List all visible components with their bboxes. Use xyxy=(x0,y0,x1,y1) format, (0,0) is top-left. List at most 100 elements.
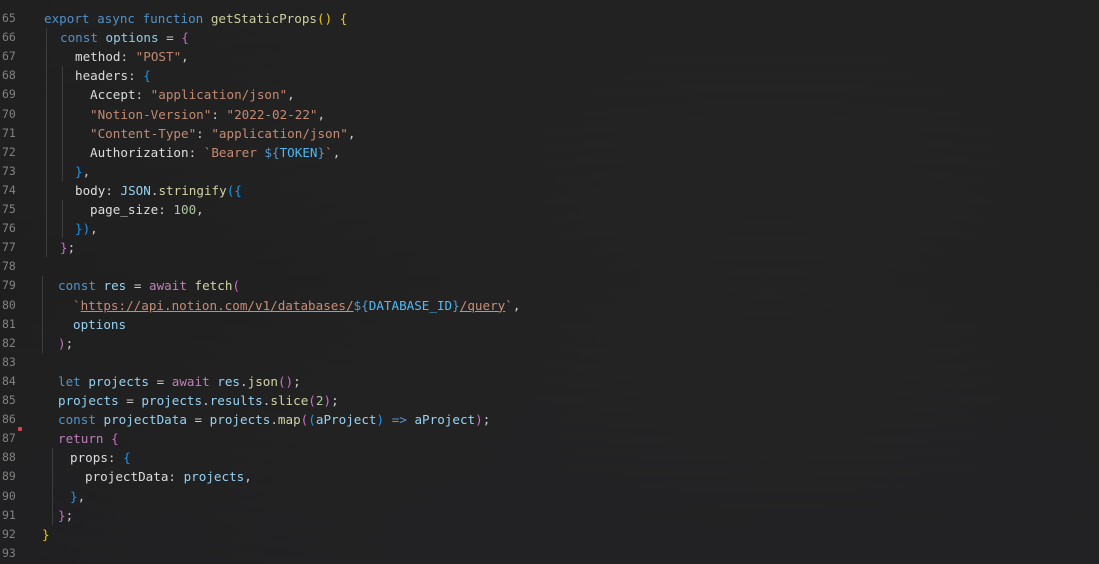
code-token: ) xyxy=(475,412,483,428)
indent-guide xyxy=(42,276,43,353)
indent-guide xyxy=(52,448,53,525)
code-line[interactable]: 85 projects = projects.results.slice(2); xyxy=(0,391,1099,410)
line-number: 84 xyxy=(2,373,16,388)
code-line[interactable]: 82); xyxy=(0,334,1099,353)
code-line[interactable]: 86 const projectData = projects.map((aPro… xyxy=(0,410,1099,429)
code-line[interactable]: 73}, xyxy=(0,162,1099,181)
code-line[interactable]: 76}), xyxy=(0,219,1099,238)
code-editor[interactable]: 65 export async function getStaticProps()… xyxy=(0,0,1099,564)
code-token: results xyxy=(209,393,263,408)
code-line[interactable]: 65 export async function getStaticProps()… xyxy=(0,9,1099,28)
code-token: body xyxy=(75,182,106,198)
code-token: } xyxy=(42,526,50,542)
code-token: async xyxy=(97,11,143,26)
code-line[interactable]: 91}; xyxy=(0,506,1099,525)
code-line[interactable]: 72 Authorization: `Bearer ${TOKEN}`, xyxy=(0,143,1099,162)
code-token: JSON xyxy=(120,182,151,198)
code-token: await xyxy=(171,373,218,389)
line-number: 77 xyxy=(2,240,16,255)
line-number: 88 xyxy=(2,450,16,465)
code-text: }, xyxy=(70,487,85,506)
code-token: "Notion-Version" xyxy=(90,106,212,122)
code-line[interactable]: 92} xyxy=(0,525,1099,544)
code-token: json xyxy=(247,373,278,389)
code-token: projects xyxy=(88,373,150,389)
code-line[interactable]: 66 const options = { xyxy=(0,28,1099,47)
code-token: , xyxy=(244,469,252,485)
line-number: 71 xyxy=(2,125,16,140)
code-token: projects xyxy=(183,469,245,485)
code-line[interactable]: 81 options xyxy=(0,315,1099,334)
code-text: const res = await fetch( xyxy=(58,276,240,295)
code-token: () { xyxy=(316,11,348,26)
line-number: 92 xyxy=(2,526,16,541)
code-line[interactable]: 90}, xyxy=(0,487,1099,506)
code-token: , xyxy=(317,106,326,122)
code-line[interactable]: 74 body: JSON.stringify({ xyxy=(0,181,1099,200)
code-token: "Content-Type" xyxy=(90,125,197,141)
code-token: } xyxy=(317,144,326,160)
code-token: = xyxy=(118,393,142,408)
code-line[interactable]: 77}; xyxy=(0,238,1099,257)
code-token: Accept xyxy=(90,87,136,103)
line-number: 73 xyxy=(2,163,16,178)
breakpoint-marker-icon[interactable] xyxy=(18,427,22,431)
code-token: const xyxy=(60,30,106,46)
code-token: , xyxy=(347,125,356,141)
code-line[interactable]: 84 let projects = await res.json(); xyxy=(0,372,1099,391)
code-line[interactable]: 75 page_size: 100, xyxy=(0,200,1099,219)
code-line[interactable]: 78 xyxy=(0,257,1099,276)
code-text: "Notion-Version": "2022-02-22", xyxy=(90,105,325,124)
code-text: body: JSON.stringify({ xyxy=(75,181,242,200)
code-line[interactable]: 89 projectData: projects, xyxy=(0,467,1099,486)
code-line[interactable]: 83 xyxy=(0,353,1099,372)
code-token: ( xyxy=(308,393,316,408)
code-line[interactable]: 71 "Content-Type": "application/json", xyxy=(0,124,1099,143)
line-number: 82 xyxy=(2,335,16,350)
code-text: export async function getStaticProps() { xyxy=(44,9,347,28)
code-token: ` xyxy=(325,144,333,160)
code-token: ) xyxy=(376,412,385,428)
code-token: ` xyxy=(505,297,513,313)
code-token: , xyxy=(512,297,521,313)
line-number: 87 xyxy=(2,431,16,446)
line-number: 78 xyxy=(2,259,16,274)
code-token: { xyxy=(143,68,151,84)
code-text: return { xyxy=(58,429,119,448)
code-token: "application/json" xyxy=(150,87,288,103)
line-number: 65 xyxy=(2,11,16,25)
line-number: 90 xyxy=(2,488,16,503)
code-line[interactable]: 67 method: "POST", xyxy=(0,47,1099,66)
code-token: ({ xyxy=(226,182,242,198)
code-line[interactable]: 69 Accept: "application/json", xyxy=(0,85,1099,104)
code-token: ` xyxy=(73,297,81,313)
code-token: page_size xyxy=(90,202,159,217)
code-line[interactable]: 80 `https://api.notion.com/v1/databases/$… xyxy=(0,296,1099,315)
code-token: props xyxy=(70,450,108,466)
code-line[interactable]: 68 headers: { xyxy=(0,66,1099,85)
code-text: method: "POST", xyxy=(75,47,189,66)
code-token: { xyxy=(123,450,131,466)
code-token: "application/json" xyxy=(211,125,348,141)
code-line[interactable]: 88 props: { xyxy=(0,448,1099,467)
code-token: `Bearer xyxy=(203,144,265,160)
code-token: . xyxy=(270,412,278,428)
code-line[interactable]: 79 const res = await fetch( xyxy=(0,276,1099,295)
code-token: . xyxy=(202,393,210,408)
line-number: 75 xyxy=(2,202,16,216)
code-text: headers: { xyxy=(75,66,151,85)
code-token: = xyxy=(158,30,182,46)
code-line[interactable]: 87 return { xyxy=(0,429,1099,448)
code-text: }; xyxy=(58,506,73,525)
code-token: slice xyxy=(270,393,309,408)
code-token: res xyxy=(217,373,241,389)
code-line[interactable]: 70 "Notion-Version": "2022-02-22", xyxy=(0,105,1099,124)
line-number: 93 xyxy=(2,545,16,560)
code-text: ); xyxy=(58,334,73,353)
code-token: /query xyxy=(459,297,506,313)
code-token: : xyxy=(128,68,144,84)
code-token: return xyxy=(58,431,112,447)
code-token: : xyxy=(135,87,151,103)
code-line[interactable]: 93 xyxy=(0,544,1099,563)
code-text: props: { xyxy=(70,448,131,467)
